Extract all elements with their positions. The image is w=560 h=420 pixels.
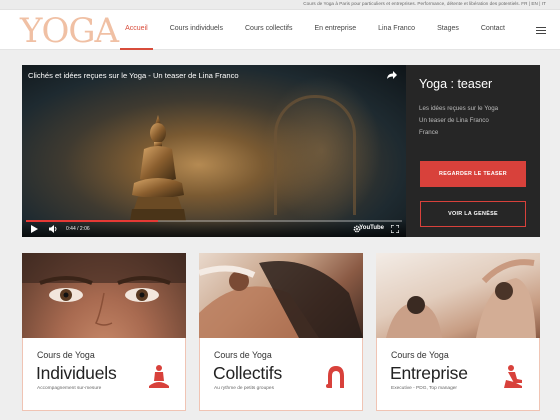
- seated-meditation-icon: [149, 365, 169, 388]
- nav-item-accueil[interactable]: Accueil: [114, 10, 159, 50]
- card-title[interactable]: Entreprise: [390, 363, 468, 384]
- site-header: YOGA Accueil Cours individuels Cours col…: [0, 10, 560, 50]
- card-pretitle: Cours de Yoga: [391, 350, 449, 360]
- teaser-line: Un teaser de Lina Franco: [419, 117, 489, 124]
- buddha-statue-image: [130, 115, 186, 221]
- menu-icon[interactable]: [536, 27, 546, 34]
- nav-item-contact[interactable]: Contact: [470, 10, 516, 50]
- site-logo[interactable]: YOGA: [20, 14, 119, 48]
- card-body: Cours de Yoga Collectifs Au rythme de pe…: [199, 338, 363, 411]
- nav-item-lina-franco[interactable]: Lina Franco: [367, 10, 426, 50]
- card-subtitle: Executive - PDG, Top manager: [391, 386, 458, 391]
- teaser-panel: Yoga : teaser Les idées reçues sur le Yo…: [406, 65, 540, 237]
- card-cours-individuels[interactable]: Cours de Yoga Individuels Accompagnement…: [22, 253, 186, 411]
- play-icon[interactable]: [31, 225, 38, 233]
- youtube-logo[interactable]: YouTube: [359, 225, 384, 231]
- share-icon[interactable]: [386, 70, 398, 80]
- nav-item-en-entreprise[interactable]: En entreprise: [303, 10, 367, 50]
- nav-item-stages[interactable]: Stages: [426, 10, 470, 50]
- kneeling-pose-icon: [504, 365, 522, 388]
- teaser-line: Les idées reçues sur le Yoga: [419, 105, 499, 112]
- card-subtitle: Accompagnement sur-mesure: [37, 386, 102, 391]
- video-controls: 0:44 / 2:06 YouTube: [22, 219, 406, 237]
- card-photo-eyes: [22, 253, 186, 338]
- card-title[interactable]: Collectifs: [213, 363, 282, 384]
- card-body: Cours de Yoga Entreprise Executive - PDG…: [376, 338, 540, 411]
- video-player[interactable]: Clichés et idées reçues sur le Yoga - Un…: [22, 65, 406, 237]
- card-photo-stretch: [376, 253, 540, 338]
- group-class-image: [199, 261, 363, 338]
- backbend-pose-icon: [326, 366, 344, 388]
- card-body: Cours de Yoga Individuels Accompagnement…: [22, 338, 186, 411]
- video-title[interactable]: Clichés et idées reçues sur le Yoga - Un…: [28, 71, 239, 80]
- card-cours-entreprise[interactable]: Cours de Yoga Entreprise Executive - PDG…: [376, 253, 540, 411]
- card-pretitle: Cours de Yoga: [214, 350, 272, 360]
- stretching-image: [386, 259, 536, 338]
- card-pretitle: Cours de Yoga: [37, 350, 95, 360]
- top-bar: Cours de Yoga à Paris pour particuliers …: [0, 0, 560, 10]
- video-progress-fill: [26, 220, 158, 222]
- background-arch: [274, 95, 356, 215]
- card-photo-class: [199, 253, 363, 338]
- nav-item-cours-collectifs[interactable]: Cours collectifs: [234, 10, 303, 50]
- view-genesis-button[interactable]: VOIR LA GENÈSE: [420, 201, 526, 227]
- main-nav: Accueil Cours individuels Cours collecti…: [114, 10, 516, 50]
- nav-item-cours-individuels[interactable]: Cours individuels: [159, 10, 234, 50]
- volume-icon[interactable]: [49, 225, 58, 233]
- card-cours-collectifs[interactable]: Cours de Yoga Collectifs Au rythme de pe…: [199, 253, 363, 411]
- video-progress-bar[interactable]: [26, 220, 402, 222]
- watch-teaser-button[interactable]: REGARDER LE TEASER: [420, 161, 526, 187]
- portrait-image: [22, 253, 186, 326]
- card-subtitle: Au rythme de petits groupes: [214, 386, 274, 391]
- teaser-title: Yoga : teaser: [419, 77, 493, 91]
- tagline: Cours de Yoga à Paris pour particuliers …: [303, 1, 546, 6]
- fullscreen-icon[interactable]: [391, 225, 399, 233]
- card-title[interactable]: Individuels: [36, 363, 117, 384]
- video-time: 0:44 / 2:06: [66, 226, 90, 232]
- feature-block: Clichés et idées reçues sur le Yoga - Un…: [22, 65, 540, 237]
- teaser-line: France: [419, 129, 439, 136]
